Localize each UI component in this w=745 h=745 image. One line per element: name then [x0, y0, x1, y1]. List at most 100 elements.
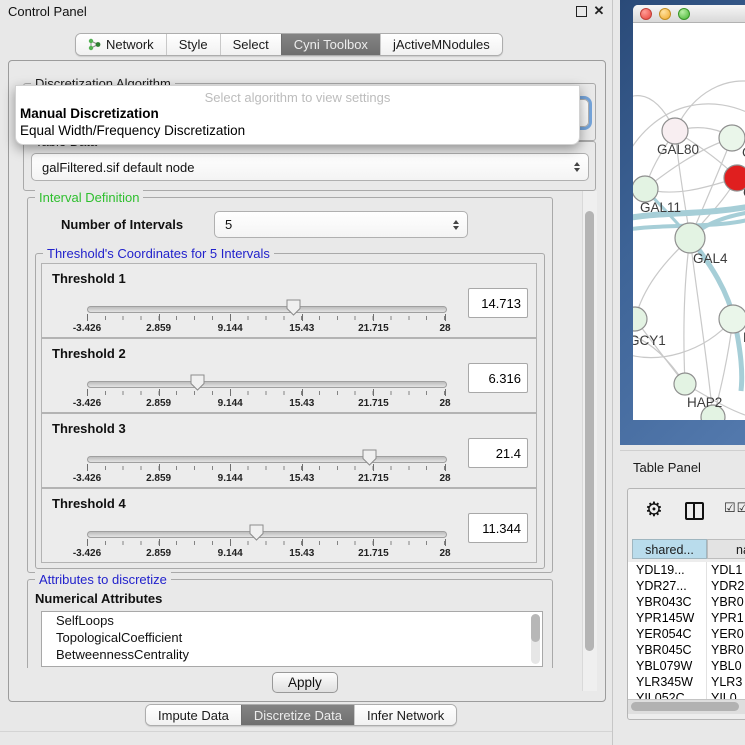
- slider-track[interactable]: [87, 531, 447, 538]
- popup-option-equal-width-frequency[interactable]: Equal Width/Frequency Discretization: [16, 122, 579, 139]
- tick-label: -3.426: [73, 548, 101, 559]
- tick-label: 21.715: [358, 548, 389, 559]
- slider-track[interactable]: [87, 381, 447, 388]
- tick-label: 2.859: [146, 548, 171, 559]
- list-item[interactable]: TopologicalCoefficient: [42, 629, 542, 646]
- table-row[interactable]: YLR345WYLR3: [628, 674, 745, 690]
- network-node[interactable]: [719, 305, 745, 333]
- node-label: GCY1: [633, 333, 666, 348]
- threshold-slider[interactable]: -3.426 2.859 9.144 15.43 21.715 28: [87, 489, 445, 562]
- zoom-traffic-button[interactable]: [678, 8, 690, 20]
- table-body: YDL19...YDL1 YDR27...YDR2 YBR043CYBR0 YP…: [628, 562, 745, 699]
- tab-cyni-toolbox[interactable]: Cyni Toolbox: [281, 34, 380, 55]
- tick-label: 15.43: [289, 398, 314, 409]
- table-row[interactable]: YER054CYER0: [628, 626, 745, 642]
- tab-network[interactable]: Network: [76, 34, 166, 55]
- tab-impute-data[interactable]: Impute Data: [146, 705, 241, 725]
- tick-label: 9.144: [218, 398, 243, 409]
- tick-label: 28: [439, 398, 450, 409]
- numerical-attributes-label: Numerical Attributes: [35, 591, 162, 606]
- slider-track[interactable]: [87, 306, 447, 313]
- threshold-value-field[interactable]: [468, 288, 528, 318]
- tick-label: 21.715: [358, 398, 389, 409]
- table-row[interactable]: YDL19...YDL1: [628, 562, 745, 578]
- network-node-gal4[interactable]: [675, 223, 705, 253]
- combo-value: galFiltered.sif default node: [32, 160, 574, 175]
- column-header-shared[interactable]: shared...: [632, 539, 707, 559]
- popup-option-manual-discretization[interactable]: Manual Discretization: [16, 105, 579, 122]
- right-panel: GAL80 G C GAL11 GAL4 GCY1 H HAP2 Table P…: [620, 0, 745, 745]
- tick-label: 28: [439, 473, 450, 484]
- tick-label: 2.859: [146, 473, 171, 484]
- node-label: GAL4: [693, 251, 728, 266]
- table-row[interactable]: YBR043CYBR0: [628, 594, 745, 610]
- divider: [0, 731, 612, 732]
- tick-label: 21.715: [358, 473, 389, 484]
- table-row[interactable]: YBL079WYBL0: [628, 658, 745, 674]
- tab-select[interactable]: Select: [220, 34, 281, 55]
- list-item[interactable]: SelfLoops: [42, 612, 542, 629]
- network-node-hap2[interactable]: [674, 373, 696, 395]
- table-row[interactable]: YBR045CYBR0: [628, 642, 745, 658]
- close-traffic-button[interactable]: [640, 8, 652, 20]
- slider-minor-ticks: [87, 391, 445, 395]
- tab-infer-network[interactable]: Infer Network: [354, 705, 456, 725]
- tab-style[interactable]: Style: [166, 34, 220, 55]
- threshold-slider[interactable]: -3.426 2.859 9.144 15.43 21.715 28: [87, 414, 445, 487]
- slider-minor-ticks: [87, 466, 445, 470]
- node-label: HAP2: [687, 395, 722, 410]
- main-vertical-scrollbar[interactable]: [582, 191, 597, 691]
- list-scrollbar[interactable]: [531, 614, 540, 664]
- tab-label: Discretize Data: [254, 708, 342, 723]
- threshold-slider[interactable]: -3.426 2.859 9.144 15.43 21.715 28: [87, 264, 445, 337]
- threshold-1-panel: Threshold 1 -3.426 2.859 9.144 15.43 21.…: [41, 263, 537, 338]
- cyni-main-panel: Discretization Algorithm Select algorith…: [8, 60, 606, 702]
- network-node-gal80[interactable]: [662, 118, 688, 144]
- minimize-traffic-button[interactable]: [659, 8, 671, 20]
- column-header-name[interactable]: na: [707, 539, 745, 559]
- network-node-gal11[interactable]: [633, 176, 658, 202]
- tab-jactivemnodules[interactable]: jActiveMNodules: [380, 34, 502, 55]
- table-horizontal-scrollbar[interactable]: [628, 699, 745, 714]
- network-node-gcy1[interactable]: [633, 307, 647, 331]
- popup-placeholder: Select algorithm to view settings: [16, 90, 579, 105]
- algorithm-dropdown-popup: Select algorithm to view settings Manual…: [15, 85, 580, 145]
- table-row[interactable]: YDR27...YDR2: [628, 578, 745, 594]
- gear-icon[interactable]: ⚙: [645, 497, 663, 523]
- tab-label: Cyni Toolbox: [294, 37, 368, 52]
- group-title: Threshold's Coordinates for 5 Intervals: [43, 246, 274, 261]
- num-intervals-combobox[interactable]: 5: [214, 211, 468, 238]
- close-icon[interactable]: ✕: [592, 4, 606, 18]
- network-canvas[interactable]: GAL80 G C GAL11 GAL4 GCY1 H HAP2: [633, 23, 745, 420]
- slider-track[interactable]: [87, 456, 447, 463]
- threshold-value-field[interactable]: [468, 513, 528, 543]
- network-icon: [88, 38, 101, 51]
- table-data-combobox[interactable]: galFiltered.sif default node: [31, 153, 589, 181]
- panel-title: Control Panel: [8, 4, 87, 19]
- threshold-value-field[interactable]: [468, 438, 528, 468]
- slider-minor-ticks: [87, 541, 445, 545]
- threshold-value-field[interactable]: [468, 363, 528, 393]
- table-row[interactable]: YIL052CYIL0: [628, 690, 745, 699]
- apply-button[interactable]: Apply: [272, 672, 338, 693]
- threshold-3-panel: Threshold 3 -3.426 2.859 9.144 15.43 21.…: [41, 413, 537, 488]
- tick-label: 15.43: [289, 548, 314, 559]
- scrollbar-thumb[interactable]: [585, 211, 594, 651]
- network-window: GAL80 G C GAL11 GAL4 GCY1 H HAP2: [633, 5, 745, 420]
- network-node-selected[interactable]: [724, 165, 745, 191]
- tick-label: -3.426: [73, 398, 101, 409]
- threshold-4-panel: Threshold 4 -3.426 2.859 9.144 15.43 21.…: [41, 488, 537, 563]
- checkbox-icons[interactable]: ☑☑: [724, 500, 745, 516]
- threshold-slider[interactable]: -3.426 2.859 9.144 15.43 21.715 28: [87, 339, 445, 412]
- columns-icon[interactable]: [685, 502, 704, 520]
- tick-label: 2.859: [146, 398, 171, 409]
- tick-label: 15.43: [289, 473, 314, 484]
- tick-label: 21.715: [358, 323, 389, 334]
- scrollbar-thumb[interactable]: [631, 702, 739, 711]
- list-item[interactable]: BetweennessCentrality: [42, 646, 542, 663]
- threshold-2-panel: Threshold 2 -3.426 2.859 9.144 15.43 21.…: [41, 338, 537, 413]
- table-row[interactable]: YPR145WYPR1: [628, 610, 745, 626]
- tab-discretize-data[interactable]: Discretize Data: [241, 705, 354, 725]
- float-window-icon[interactable]: [574, 4, 588, 18]
- tick-label: 15.43: [289, 323, 314, 334]
